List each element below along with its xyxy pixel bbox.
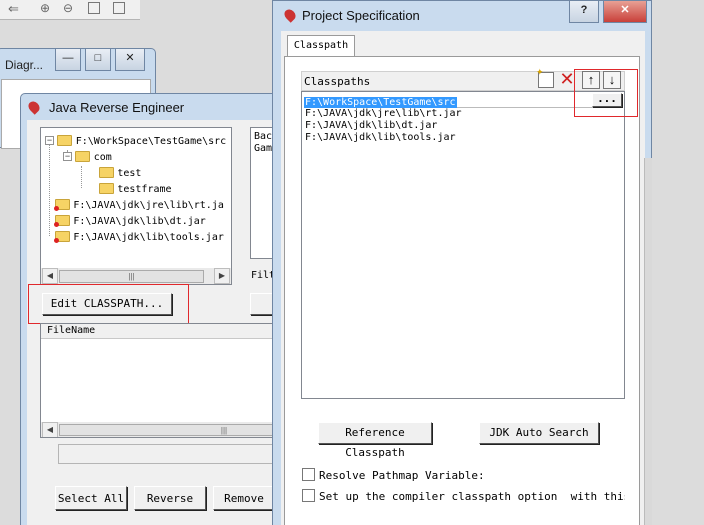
tab-classpath[interactable]: Classpath: [287, 35, 355, 57]
tree-item[interactable]: − F:\WorkSpace\TestGame\src: [45, 132, 226, 148]
tree-line-vertical: [49, 140, 50, 236]
reverse-window-title: Java Reverse Engineer: [49, 100, 185, 115]
zoom-page-icon[interactable]: [113, 2, 125, 14]
tree-item-label: test: [117, 168, 142, 179]
spec-window-title: Project Specification: [302, 8, 420, 23]
scrollbar-thumb[interactable]: |||: [59, 424, 279, 436]
delete-icon[interactable]: ✕: [558, 70, 576, 88]
tree-item[interactable]: testframe: [99, 180, 172, 196]
classpaths-list[interactable]: F:\WorkSpace\TestGame\src F:\JAVA\jdk\jr…: [301, 91, 625, 399]
sparkle-icon: ✦: [536, 67, 544, 77]
app-icon: [26, 99, 42, 115]
list-item: Bac: [254, 131, 273, 142]
compiler-classpath-checkbox[interactable]: [302, 489, 315, 502]
library-folder-icon: [54, 215, 70, 228]
collapse-icon[interactable]: −: [45, 136, 54, 146]
tree-item-label: com: [93, 152, 112, 163]
classpath-item: F:\WorkSpace\TestGame\src: [304, 97, 457, 108]
select-all-button[interactable]: Select All: [55, 486, 127, 510]
diagram-window-title: Diagr...: [5, 58, 44, 72]
scroll-left-icon[interactable]: ◀: [42, 422, 58, 437]
tree-item[interactable]: F:\JAVA\jdk\jre\lib\rt.ja: [54, 196, 224, 212]
folder-icon: [99, 167, 114, 179]
scrollbar-thumb[interactable]: |||: [59, 270, 204, 283]
classpath-row-selected[interactable]: F:\WorkSpace\TestGame\src: [304, 94, 622, 108]
tree-line-vertical: [81, 166, 82, 188]
maximize-button[interactable]: □: [85, 49, 111, 71]
jdk-auto-search-button[interactable]: JDK Auto Search: [479, 422, 599, 444]
compiler-classpath-label: Set up the compiler classpath option wit…: [319, 490, 625, 503]
spec-vertical-scrollbar[interactable]: [644, 158, 652, 525]
close-button[interactable]: ✕: [115, 49, 145, 71]
tab-classpath-label: Classpath: [293, 40, 349, 51]
filename-column-header[interactable]: FileName: [47, 325, 95, 336]
tree-item[interactable]: F:\JAVA\jdk\lib\dt.jar: [54, 212, 206, 228]
move-up-icon[interactable]: ↑: [582, 71, 600, 89]
back-arrow-icon[interactable]: ⇐: [8, 1, 19, 17]
minimize-button[interactable]: —: [55, 49, 81, 71]
app-icon: [282, 7, 298, 23]
classpaths-label: Classpaths: [304, 75, 371, 88]
resolve-pathmap-label: Resolve Pathmap Variable:: [319, 469, 485, 482]
tree-item[interactable]: test: [99, 164, 141, 180]
library-folder-icon: [54, 231, 70, 244]
zoom-out-icon[interactable]: ⊖: [63, 1, 73, 15]
resolve-pathmap-checkbox[interactable]: [302, 468, 315, 481]
move-down-icon[interactable]: ↓: [603, 71, 621, 89]
classpath-item[interactable]: F:\JAVA\jdk\lib\tools.jar: [305, 132, 456, 143]
folder-icon: [57, 135, 73, 147]
new-item-icon[interactable]: ✦: [536, 67, 554, 88]
tree-item-label: F:\JAVA\jdk\lib\tools.jar: [73, 232, 224, 243]
scroll-right-icon[interactable]: ▶: [214, 268, 230, 284]
help-button[interactable]: ?: [569, 1, 599, 23]
zoom-in-icon[interactable]: ⊕: [40, 1, 50, 15]
tree-item[interactable]: − com: [63, 148, 112, 164]
remove-button[interactable]: Remove: [213, 486, 275, 510]
reverse-button[interactable]: Reverse: [134, 486, 206, 510]
reference-classpath-button[interactable]: Reference Classpath: [318, 422, 432, 459]
path-field[interactable]: [58, 444, 278, 464]
file-list[interactable]: FileName ◀ |||: [40, 323, 280, 438]
close-button[interactable]: ✕: [603, 1, 647, 23]
library-folder-icon: [54, 199, 70, 212]
classpaths-header: Classpaths: [301, 71, 625, 91]
list-item: Gam: [254, 143, 273, 154]
zoom-fit-icon[interactable]: [88, 2, 100, 14]
tree-item[interactable]: F:\JAVA\jdk\lib\tools.jar: [54, 228, 224, 244]
file-list-horizontal-scrollbar[interactable]: ◀ |||: [41, 422, 279, 437]
tree-item-label: testframe: [117, 184, 172, 195]
tree-item-label: F:\JAVA\jdk\jre\lib\rt.ja: [73, 200, 224, 211]
folder-icon: [75, 151, 91, 163]
classpath-item[interactable]: F:\JAVA\jdk\lib\dt.jar: [305, 120, 437, 131]
edit-classpath-button[interactable]: Edit CLASSPATH...: [42, 293, 172, 315]
collapse-icon[interactable]: −: [63, 152, 72, 162]
toolbar-strip: ⇐ ⊕ ⊖: [0, 0, 140, 20]
tree-item-label: F:\JAVA\jdk\lib\dt.jar: [73, 216, 206, 227]
scroll-left-icon[interactable]: ◀: [42, 268, 58, 284]
tree-horizontal-scrollbar[interactable]: ◀ ||| ▶: [41, 268, 231, 284]
file-list-header: FileName: [41, 324, 279, 339]
tree-item-label: F:\WorkSpace\TestGame\src: [75, 136, 227, 147]
browse-button[interactable]: ...: [592, 93, 622, 107]
classpath-item[interactable]: F:\JAVA\jdk\jre\lib\rt.jar: [305, 108, 462, 119]
folder-icon: [99, 183, 114, 195]
directory-tree[interactable]: − F:\WorkSpace\TestGame\src − com test t…: [40, 127, 232, 285]
